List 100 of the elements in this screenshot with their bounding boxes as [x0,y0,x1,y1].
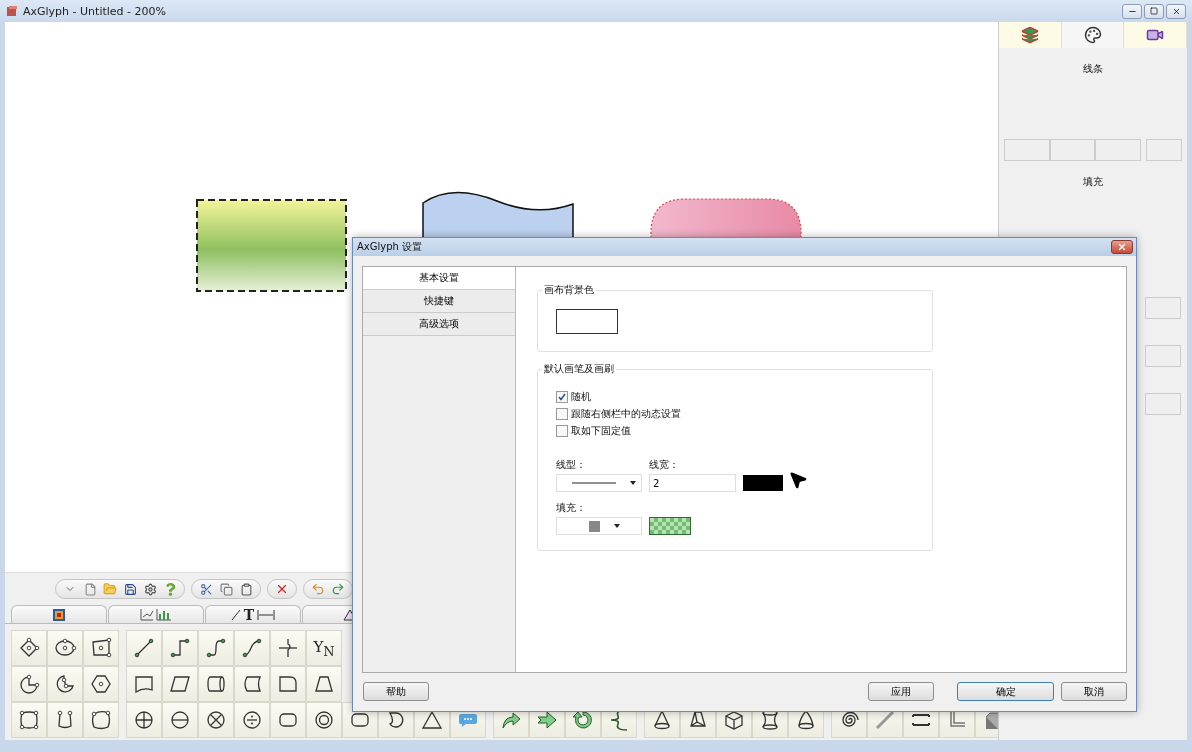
solid-line-icon [572,481,616,485]
line-text-tab[interactable]: T [205,605,301,623]
checkmark-icon [558,393,566,401]
nav-item[interactable]: 基本设置 [363,267,515,290]
circle-minus-tool[interactable] [162,702,198,738]
circle-cross-tool[interactable] [198,702,234,738]
diamond-tool[interactable] [11,630,47,666]
fill-dropdown[interactable] [556,517,642,535]
line-tool[interactable] [126,630,162,666]
scissors-icon [199,582,213,596]
save-icon [123,582,137,596]
hexagon-icon [89,672,113,696]
checkbox[interactable] [556,391,568,403]
circle-plus-icon [132,708,156,732]
s-curve-icon [204,636,228,660]
checkbox-label: 随机 [571,390,591,404]
dialog-button[interactable]: 确定 [957,682,1054,701]
line-jump-icon [276,636,300,660]
background-color-swatch[interactable] [556,309,618,334]
double-circle-tool[interactable] [306,702,342,738]
maximize-icon [1150,7,1158,15]
settings-icon [143,582,157,596]
camera-tab[interactable] [1124,22,1187,48]
rounded-quad-icon [17,708,41,732]
checkbox-label: 跟随右侧栏中的动态设置 [571,407,681,421]
slash-icon [230,608,241,621]
line-style-label: 线型： [556,458,587,472]
circle-divide-icon [240,708,264,732]
close-icon [1117,242,1127,252]
rounded-quad-tool[interactable] [11,702,47,738]
checkbox[interactable] [556,408,568,420]
stored-data-tool[interactable] [234,666,270,702]
chart-tab[interactable] [108,605,204,623]
fill-section-label: 填充 [1083,175,1103,189]
copy-icon [219,582,233,596]
clipboard-icon [239,582,253,596]
pie-tool[interactable] [47,666,83,702]
palette-icon [1083,26,1102,44]
minimize-button[interactable] [1122,3,1142,19]
rounded-corner-tool[interactable] [270,666,306,702]
curve-tool[interactable] [234,630,270,666]
line-width-label: 线宽： [649,458,679,472]
close-button[interactable] [1166,3,1186,19]
parallelogram-tool[interactable] [162,666,198,702]
circle-cross-icon [204,708,228,732]
elbow-connector-tool[interactable] [162,630,198,666]
subscript-shape-button[interactable]: Y$_{N}$ [306,630,342,666]
dialog-close-button[interactable] [1111,240,1133,254]
line-section-label: 线条 [1083,62,1103,76]
ellipse-tool[interactable] [47,630,83,666]
checkbox[interactable] [556,425,568,437]
rounded-quad-icon [89,708,113,732]
delete-icon [275,582,289,596]
circle-plus-tool[interactable] [126,702,162,738]
fill-pattern-swatch[interactable] [649,517,691,535]
document-shape-tool[interactable] [126,666,162,702]
pie-tool[interactable] [11,666,47,702]
window-title: AxGlyph - Untitled - 200% [23,4,166,18]
s-curve-tool[interactable] [198,630,234,666]
u-shape-tool[interactable] [47,702,83,738]
undo-icon [311,582,325,596]
line-icon [132,636,156,660]
circle-divide-tool[interactable] [234,702,270,738]
group-title: 画布背景色 [543,283,595,297]
elbow-connector-icon [168,636,192,660]
dialog-button[interactable]: 应用 [868,682,934,701]
redo-icon [331,582,345,596]
quadrilateral-icon [89,636,113,660]
help-icon [163,582,177,596]
layers-icon [1020,26,1039,44]
palette-tab[interactable] [1061,22,1125,48]
circle-minus-icon [168,708,192,732]
trapezoid-tool[interactable] [306,666,342,702]
rounded-rectangle-tool[interactable] [270,702,306,738]
cylinder-tool[interactable] [198,666,234,702]
fill-sample-icon [588,520,600,532]
dialog-button[interactable]: 取消 [1061,682,1127,701]
line-jump-tool[interactable] [270,630,306,666]
line-width-input[interactable]: 2 [649,474,736,492]
folder-icon [103,582,117,596]
close-icon [1171,6,1181,16]
caret-icon [630,481,636,485]
hexagon-tool[interactable] [83,666,119,702]
line-color-selector[interactable] [1146,139,1182,161]
quadrilateral-tool[interactable] [83,630,119,666]
rounded-quad-tool[interactable] [83,702,119,738]
help-dialog-button[interactable]: 帮助 [363,682,429,701]
dimension-icon [257,608,276,621]
text-tool-label: T [243,606,255,623]
dialog-title: AxGlyph 设置 [357,240,423,254]
fill-label: 填充： [556,501,586,515]
layers-tab[interactable] [999,22,1062,48]
pie-icon [17,672,41,696]
line-color-swatch[interactable] [743,475,783,491]
page-icon [83,582,97,596]
color-tab[interactable] [11,605,107,623]
checkbox-label: 取如下固定值 [571,424,631,438]
mouse-cursor-icon [788,470,808,490]
line-style-dropdown[interactable] [556,474,642,492]
double-circle-icon [312,708,336,732]
